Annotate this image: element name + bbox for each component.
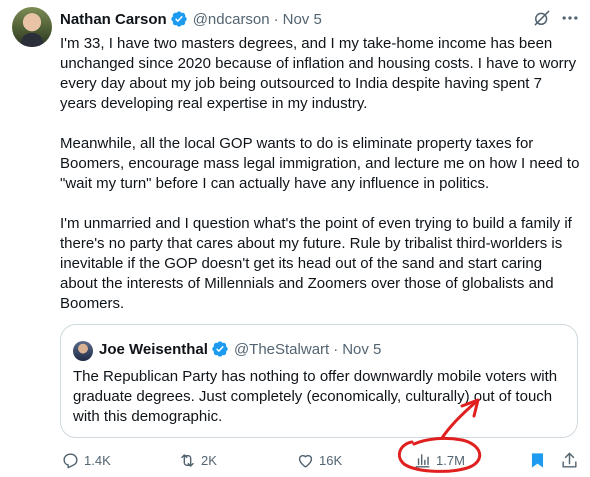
reply-icon — [63, 452, 78, 468]
tweet-text: I'm 33, I have two masters degrees, and … — [60, 34, 580, 334]
like-button[interactable]: 16K — [296, 448, 342, 472]
reply-count: 1.4K — [84, 452, 111, 468]
repost-button[interactable]: 2K — [178, 448, 217, 472]
share-icon — [562, 452, 577, 468]
tweet-actions: 1.4K 2K 16K 1.7M — [0, 448, 590, 472]
quote-date[interactable]: Nov 5 — [342, 341, 381, 358]
author-avatar[interactable] — [12, 7, 52, 47]
quote-author-name[interactable]: Joe Weisenthal — [99, 341, 208, 358]
author-handle[interactable]: @ndcarson — [193, 11, 270, 28]
share-button[interactable] — [560, 448, 579, 472]
tweet-paragraph: I'm 33, I have two masters degrees, and … — [60, 35, 577, 112]
quote-text: The Republican Party has nothing to offe… — [73, 368, 558, 425]
tweet-date[interactable]: Nov 5 — [283, 11, 322, 28]
views-count: 1.7M — [436, 452, 465, 468]
quote-author-avatar[interactable] — [73, 341, 93, 361]
like-icon — [298, 454, 313, 468]
verified-badge-icon — [212, 341, 228, 357]
tweet-header: Nathan Carson @ndcarson · Nov 5 — [60, 9, 322, 29]
repost-count: 2K — [201, 452, 217, 468]
grok-icon[interactable] — [532, 8, 552, 28]
verified-badge-icon — [171, 11, 187, 27]
like-count: 16K — [319, 452, 343, 468]
quote-header: Joe Weisenthal @TheStalwart · Nov 5 — [99, 340, 381, 358]
header-separator: · — [273, 10, 279, 28]
bookmark-icon — [531, 452, 544, 468]
tweet-paragraph: I'm unmarried and I question what's the … — [60, 215, 572, 312]
views-button[interactable]: 1.7M — [413, 448, 465, 472]
repost-icon — [181, 453, 194, 467]
more-icon[interactable] — [560, 8, 580, 28]
views-icon — [415, 453, 430, 468]
tweet[interactable]: Nathan Carson @ndcarson · Nov 5 I'm 33, … — [0, 0, 590, 477]
reply-button[interactable]: 1.4K — [61, 448, 111, 472]
quote-author-handle[interactable]: @TheStalwart — [234, 341, 329, 358]
quote-separator: · — [333, 340, 339, 358]
author-name[interactable]: Nathan Carson — [60, 11, 167, 28]
tweet-paragraph: Meanwhile, all the local GOP wants to do… — [60, 135, 580, 192]
quoted-tweet[interactable]: Joe Weisenthal @TheStalwart · Nov 5 The … — [60, 324, 578, 438]
bookmark-button[interactable] — [528, 448, 547, 472]
